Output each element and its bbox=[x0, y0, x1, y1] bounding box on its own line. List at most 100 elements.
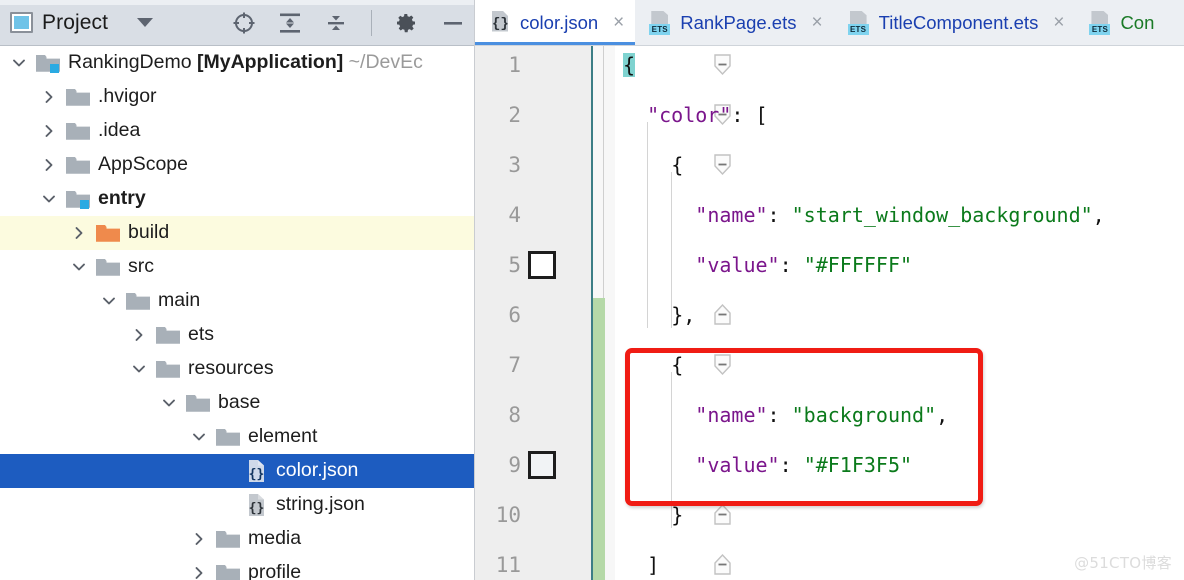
code-line[interactable]: { bbox=[615, 340, 1184, 390]
code-line-text: { bbox=[615, 353, 683, 377]
chevron-right-icon[interactable] bbox=[188, 562, 210, 580]
gutter-line[interactable]: 10 bbox=[475, 490, 592, 540]
chevron-down-icon[interactable] bbox=[98, 290, 120, 312]
minimize-icon[interactable] bbox=[440, 10, 466, 36]
module-folder-icon bbox=[35, 53, 61, 74]
tree-item-label: build bbox=[128, 221, 170, 244]
close-icon[interactable]: × bbox=[811, 13, 822, 32]
chevron-down-icon[interactable] bbox=[128, 358, 150, 380]
code-line[interactable]: "color": [ bbox=[615, 90, 1184, 140]
tree-item-label: .idea bbox=[98, 119, 141, 142]
tree-item[interactable]: build bbox=[0, 216, 474, 250]
tree-item-selected[interactable]: {} color.json bbox=[0, 454, 474, 488]
code-line[interactable]: { bbox=[615, 140, 1184, 190]
editor-tab-titlecomponent-ets[interactable]: ETS TitleComponent.ets × bbox=[834, 0, 1076, 45]
gutter-line[interactable]: 3 bbox=[475, 140, 592, 190]
code-token: { bbox=[623, 53, 636, 77]
color-swatch-gutter-icon[interactable] bbox=[528, 451, 556, 479]
folder-icon bbox=[125, 291, 151, 312]
chevron-down-icon[interactable] bbox=[188, 426, 210, 448]
tree-item[interactable]: main bbox=[0, 284, 474, 318]
tree-item[interactable]: src bbox=[0, 250, 474, 284]
json-file-icon: {} bbox=[489, 10, 511, 35]
tree-item-label: main bbox=[158, 289, 201, 312]
expand-all-icon[interactable] bbox=[277, 10, 303, 36]
code-line-text: "value": "#FFFFFF" bbox=[615, 253, 912, 277]
editor-gutter[interactable]: 123456789101112 bbox=[475, 46, 592, 580]
gutter-line[interactable]: 11 bbox=[475, 540, 592, 580]
tree-item-label: base bbox=[218, 391, 261, 414]
project-tree[interactable]: RankingDemo [MyApplication] ~/DevEc .hvig… bbox=[0, 46, 474, 580]
editor-tab-rankpage-ets[interactable]: ETS RankPage.ets × bbox=[635, 0, 833, 45]
code-line[interactable]: }, bbox=[615, 290, 1184, 340]
tree-item[interactable]: .hvigor bbox=[0, 80, 474, 114]
gutter-line[interactable]: 1 bbox=[475, 40, 592, 90]
gutter-line[interactable]: 4 bbox=[475, 190, 592, 240]
code-token: : bbox=[767, 203, 792, 227]
ide-window: Project RankingDemo [MyApplication] ~/De… bbox=[0, 0, 1184, 580]
code-text[interactable]: { "color": [ { "name": "start_window_backgr… bbox=[615, 46, 1184, 580]
close-icon[interactable]: × bbox=[1053, 13, 1064, 32]
locate-target-icon[interactable] bbox=[231, 10, 257, 36]
line-number: 3 bbox=[508, 153, 521, 177]
chevron-right-icon[interactable] bbox=[68, 222, 90, 244]
gutter-line[interactable]: 8 bbox=[475, 390, 592, 440]
tree-item[interactable]: ets bbox=[0, 318, 474, 352]
chevron-down-icon[interactable] bbox=[8, 52, 30, 74]
gutter-line[interactable]: 2 bbox=[475, 90, 592, 140]
tree-item[interactable]: AppScope bbox=[0, 148, 474, 182]
tree-item[interactable]: .idea bbox=[0, 114, 474, 148]
gear-icon[interactable] bbox=[394, 10, 420, 36]
chevron-right-icon[interactable] bbox=[38, 120, 60, 142]
editor-tab-color-json[interactable]: {} color.json × bbox=[475, 0, 636, 45]
line-number: 7 bbox=[508, 353, 521, 377]
code-token: "color" bbox=[647, 103, 732, 127]
code-line-text: }, bbox=[615, 303, 695, 327]
code-token: { bbox=[671, 353, 684, 377]
tree-item[interactable]: profile bbox=[0, 556, 474, 580]
editor-body[interactable]: 123456789101112 {"color": [{"name": "sta… bbox=[475, 46, 1184, 580]
code-token: "background" bbox=[791, 403, 937, 427]
close-icon[interactable]: × bbox=[613, 13, 624, 32]
indent-guide bbox=[671, 372, 673, 528]
tree-item[interactable]: resources bbox=[0, 352, 474, 386]
chevron-down-icon[interactable] bbox=[68, 256, 90, 278]
vcs-change-marker[interactable] bbox=[593, 298, 605, 580]
json-file-icon: {} bbox=[245, 493, 269, 517]
code-line[interactable]: { bbox=[615, 40, 1184, 90]
code-token: { bbox=[671, 153, 684, 177]
module-folder-icon bbox=[65, 189, 91, 210]
tree-item[interactable]: {} string.json bbox=[0, 488, 474, 522]
editor-tab-label: color.json bbox=[520, 11, 599, 33]
chevron-down-icon[interactable] bbox=[158, 392, 180, 414]
tree-item[interactable]: RankingDemo [MyApplication] ~/DevEc bbox=[0, 46, 474, 80]
gutter-line[interactable]: 6 bbox=[475, 290, 592, 340]
tree-item[interactable]: element bbox=[0, 420, 474, 454]
editor-tab-label: RankPage.ets bbox=[680, 11, 797, 33]
tree-item[interactable]: base bbox=[0, 386, 474, 420]
project-view-selector[interactable]: Project bbox=[10, 11, 154, 35]
code-line[interactable]: } bbox=[615, 490, 1184, 540]
gutter-line[interactable]: 7 bbox=[475, 340, 592, 390]
tree-item-label: color.json bbox=[276, 459, 359, 482]
code-line[interactable]: "value": "#FFFFFF" bbox=[615, 240, 1184, 290]
chevron-right-icon[interactable] bbox=[38, 86, 60, 108]
collapse-all-icon[interactable] bbox=[323, 10, 349, 36]
chevron-right-icon[interactable] bbox=[38, 154, 60, 176]
chevron-down-icon[interactable] bbox=[137, 18, 154, 27]
toolbar-divider bbox=[371, 9, 372, 36]
tree-item[interactable]: media bbox=[0, 522, 474, 556]
chevron-right-icon[interactable] bbox=[128, 324, 150, 346]
code-line[interactable]: "value": "#F1F3F5" bbox=[615, 440, 1184, 490]
code-token: "name" bbox=[695, 203, 768, 227]
code-line[interactable]: "name": "start_window_background", bbox=[615, 190, 1184, 240]
code-line[interactable]: "name": "background", bbox=[615, 390, 1184, 440]
svg-text:{}: {} bbox=[249, 501, 265, 516]
color-swatch-gutter-icon[interactable] bbox=[528, 251, 556, 279]
tree-item[interactable]: entry bbox=[0, 182, 474, 216]
chevron-right-icon[interactable] bbox=[188, 528, 210, 550]
folder-icon bbox=[215, 563, 241, 580]
editor-tab-con[interactable]: ETS Con bbox=[1075, 0, 1165, 45]
chevron-down-icon[interactable] bbox=[38, 188, 60, 210]
watermark: @51CTO博客 bbox=[1074, 554, 1172, 572]
